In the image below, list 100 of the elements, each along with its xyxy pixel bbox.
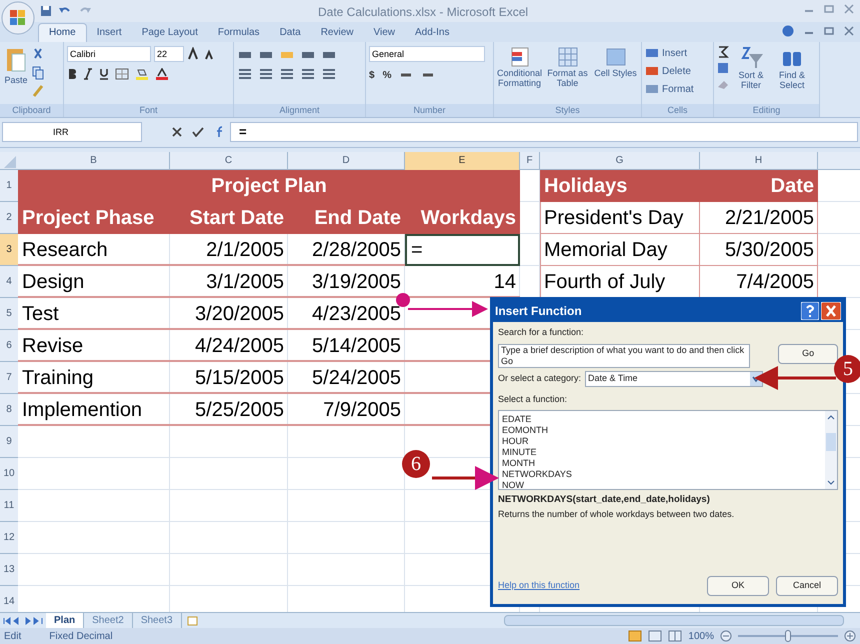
copy-icon[interactable] <box>32 66 44 80</box>
page-break-icon[interactable] <box>668 630 682 642</box>
ribbon-tab[interactable]: Formulas <box>208 22 270 42</box>
align-left-icon[interactable] <box>237 66 253 81</box>
cancel-button[interactable]: Cancel <box>776 576 838 596</box>
table-cell-text: 7/9/2005 <box>322 398 402 423</box>
ribbon-button[interactable]: Cell Styles <box>593 46 638 78</box>
ribbon-tab[interactable]: Insert <box>86 22 132 42</box>
row-header[interactable]: 11 <box>0 490 18 522</box>
row-header[interactable]: 4 <box>0 266 18 298</box>
table-cell-text: 2/28/2005 <box>311 238 402 263</box>
search-field[interactable]: Type a brief description of what you want to do and then click Go <box>498 344 750 368</box>
normal-view-icon[interactable] <box>628 630 642 642</box>
zoom-in-icon[interactable] <box>844 630 856 642</box>
field-label: Select a function: <box>498 392 568 406</box>
cancel-icon[interactable] <box>172 127 182 138</box>
ribbon-button[interactable]: Sort & Filter <box>732 46 770 90</box>
currency-button[interactable]: $ <box>369 68 375 83</box>
row-header[interactable]: 12 <box>0 522 18 554</box>
list-item[interactable]: HOUR <box>502 436 825 447</box>
bold-icon[interactable] <box>67 68 77 80</box>
name-box[interactable]: IRR <box>2 122 142 142</box>
column-header[interactable]: F <box>520 152 540 170</box>
ribbon-tab[interactable]: Page Layout <box>132 22 208 42</box>
ribbon-tab[interactable]: Review <box>310 22 364 42</box>
row-header[interactable]: 2 <box>0 202 18 234</box>
list-item[interactable]: NOW <box>502 480 825 491</box>
row-header[interactable]: 10 <box>0 458 18 490</box>
new-sheet-icon[interactable] <box>186 616 200 626</box>
table-cell-text: Fourth of July <box>543 270 666 295</box>
status-text: Fixed Decimal <box>49 630 113 644</box>
save-icon[interactable] <box>40 4 52 17</box>
zoom-out-icon[interactable] <box>720 630 732 642</box>
close-icon[interactable] <box>844 26 854 36</box>
vertical-scrollbar-icon[interactable] <box>825 411 837 489</box>
fill-color-icon[interactable] <box>135 68 149 80</box>
formula-field[interactable]: = <box>230 122 858 142</box>
table-cell-text: Training <box>21 366 95 391</box>
group-label: Clipboard <box>0 104 63 118</box>
ribbon-tab[interactable]: Home <box>38 22 87 42</box>
ribbon-button[interactable]: Delete <box>645 64 694 79</box>
window-title: Date Calculations.xlsx - Microsoft Excel <box>318 4 528 21</box>
ok-button[interactable]: OK <box>707 576 769 596</box>
row-header[interactable]: 1 <box>0 170 18 202</box>
row-header[interactable]: 9 <box>0 426 18 458</box>
underline-icon[interactable] <box>99 68 109 80</box>
ribbon-button[interactable]: Find & Select <box>773 46 811 90</box>
percent-button[interactable]: % <box>382 68 392 83</box>
go-button[interactable]: Go <box>778 344 838 364</box>
table-cell-text: Implemention <box>21 398 144 423</box>
enter-icon[interactable] <box>192 127 204 138</box>
number-format-field[interactable]: General <box>369 46 485 62</box>
list-item[interactable]: MONTH <box>502 458 825 469</box>
column-heading: Start Date <box>170 202 288 234</box>
help-link[interactable]: Help on this function <box>498 579 580 593</box>
grow-font-icon[interactable] <box>187 46 201 61</box>
row-header[interactable]: 5 <box>0 298 18 330</box>
list-item[interactable]: MINUTE <box>502 447 825 458</box>
ribbon-tab[interactable]: Add-Ins <box>404 22 460 42</box>
list-item[interactable]: EDATE <box>502 414 825 425</box>
category-dropdown[interactable]: Date & Time <box>585 370 764 386</box>
font-field[interactable]: Calibri <box>67 46 151 62</box>
restore-icon[interactable] <box>824 26 834 36</box>
table-icon <box>556 46 580 68</box>
borders-icon[interactable] <box>115 68 129 80</box>
close-icon[interactable] <box>844 4 854 14</box>
column-header[interactable]: E <box>405 152 520 170</box>
row-header[interactable]: 3 <box>0 234 18 266</box>
font-size-field[interactable]: 22 <box>154 46 184 62</box>
sum-icon[interactable] <box>717 46 729 58</box>
ribbon-tab[interactable]: View <box>363 22 405 42</box>
italic-icon[interactable] <box>83 68 93 80</box>
ribbon-button[interactable]: Format as Table <box>545 46 590 88</box>
center-icon[interactable] <box>258 66 274 81</box>
page-layout-icon[interactable] <box>648 630 662 642</box>
paste-button[interactable]: Paste <box>3 46 29 88</box>
maximize-icon[interactable] <box>824 4 834 14</box>
table-cell-text: 5/24/2005 <box>311 366 402 391</box>
table-cell-text: President's Day <box>543 206 684 231</box>
function-list[interactable]: EDATE EOMONTH HOUR MINUTE MONTH NETWORKDAYS NOW <box>498 410 838 490</box>
ribbon-button[interactable]: Format <box>645 82 694 97</box>
font-color-icon[interactable] <box>155 68 169 80</box>
row-header[interactable]: 13 <box>0 554 18 586</box>
row-header[interactable]: 14 <box>0 586 18 612</box>
active-cell: = <box>405 234 520 266</box>
ribbon-button[interactable]: Conditional Formatting <box>497 46 542 88</box>
zoom-slider-thumb[interactable] <box>785 630 791 642</box>
row-header[interactable]: 8 <box>0 394 18 426</box>
row-header[interactable]: 6 <box>0 330 18 362</box>
list-item[interactable]: EOMONTH <box>502 425 825 436</box>
status-mode: Edit <box>4 630 22 644</box>
horizontal-scrollbar[interactable] <box>504 615 844 626</box>
column-heading: Date <box>700 170 818 202</box>
ribbon-tab[interactable]: Data <box>270 22 311 42</box>
sheet-tab[interactable]: Plan <box>46 613 84 628</box>
group-label: Number <box>366 104 493 118</box>
ribbon-button[interactable]: Insert <box>645 46 694 61</box>
row-header[interactable]: 7 <box>0 362 18 394</box>
align-right-icon[interactable] <box>279 66 295 81</box>
list-item[interactable]: NETWORKDAYS <box>502 469 825 480</box>
